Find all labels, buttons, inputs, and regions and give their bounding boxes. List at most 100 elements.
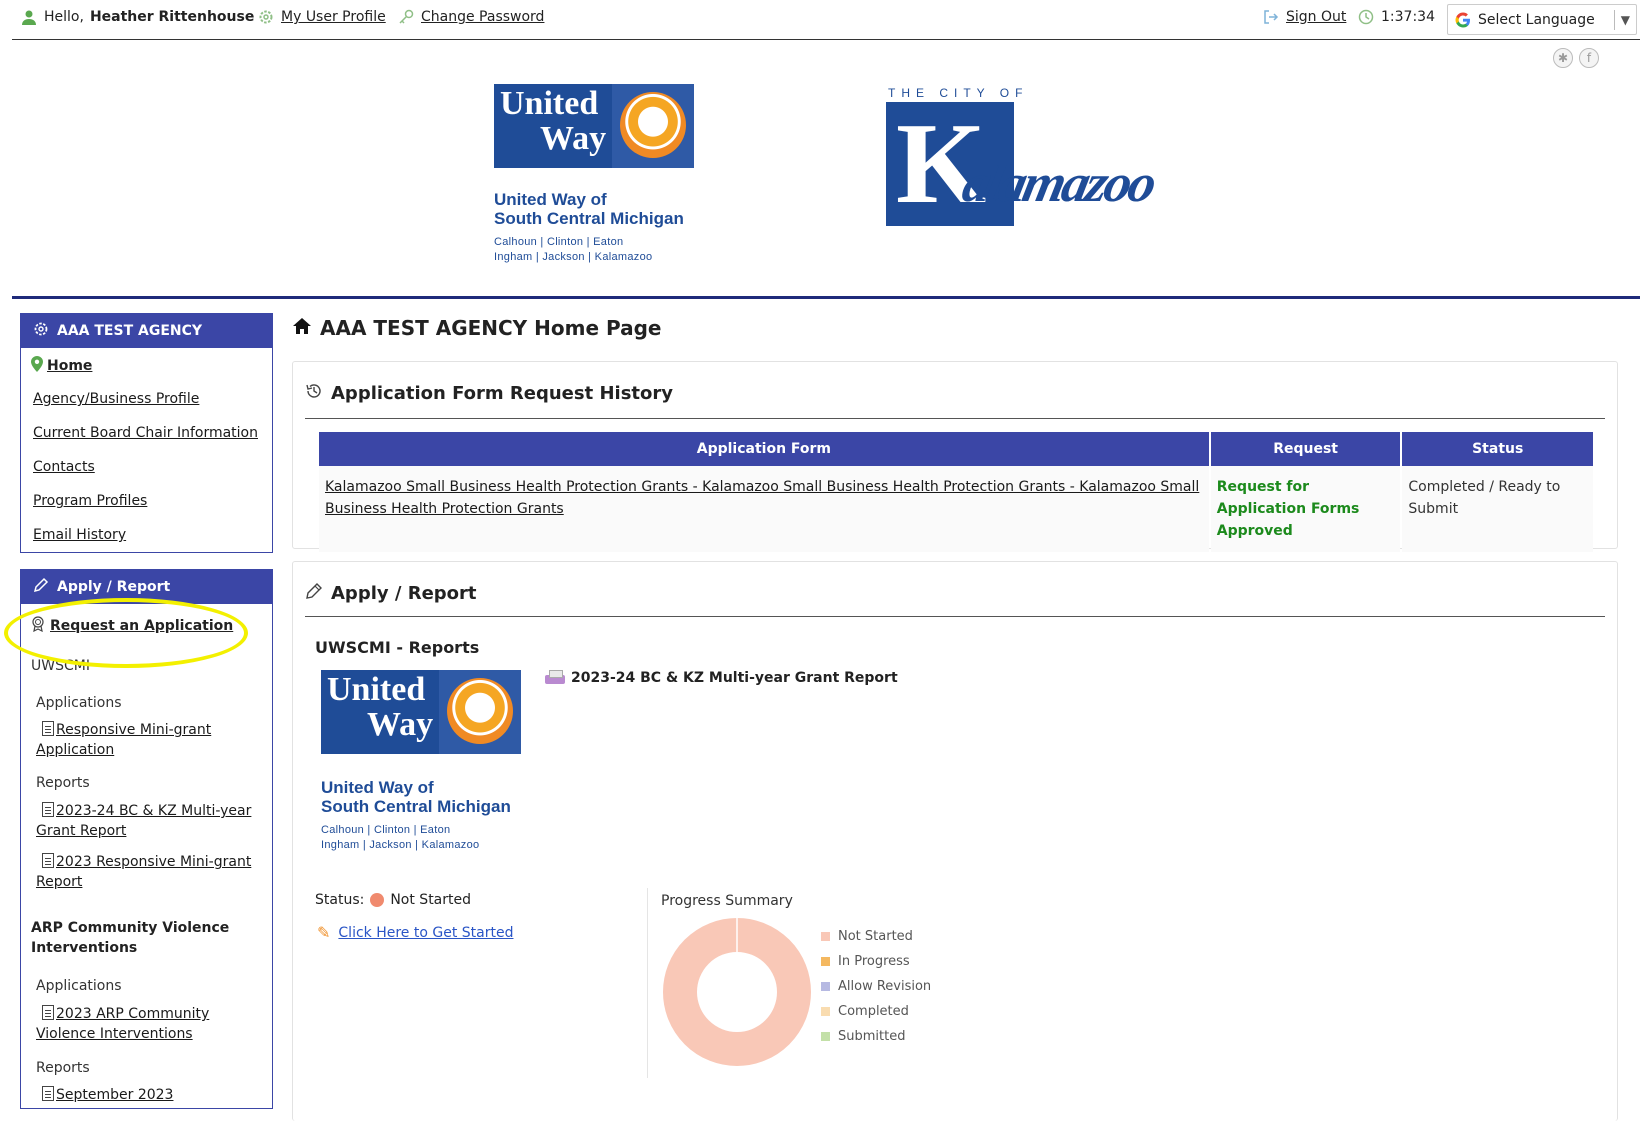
legend-label: In Progress [838, 954, 910, 969]
dropdown-arrow-icon: ▼ [1620, 12, 1630, 27]
nav-home[interactable]: Home [31, 356, 92, 376]
org1-app1-label[interactable]: Responsive Mini-grant Application [36, 722, 211, 758]
nav-program-profiles[interactable]: Program Profiles [33, 493, 147, 509]
document-icon [42, 853, 54, 868]
united-way-logo-mark: United Way [494, 84, 694, 168]
legend-label: Completed [838, 1004, 909, 1019]
kalamazoo-script: alamazoo [957, 153, 1160, 213]
top-bar: Hello, Heather Rittenhouse My User Profi… [12, 0, 1640, 40]
legend-swatch [821, 932, 830, 941]
my-profile-label[interactable]: My User Profile [281, 9, 386, 25]
donut-slice-not-started [663, 918, 811, 1066]
pencil-icon: ✎ [317, 923, 331, 942]
table-row: Kalamazoo Small Business Health Protecti… [319, 466, 1593, 552]
nav-home-label[interactable]: Home [47, 358, 92, 374]
history-form-link[interactable]: Kalamazoo Small Business Health Protecti… [325, 479, 1199, 517]
report-item-name[interactable]: 2023-24 BC & KZ Multi-year Grant Report [571, 670, 898, 686]
legend-item: In Progress [821, 949, 931, 974]
org1-applications-heading: Applications [36, 695, 122, 711]
social-links: ✱ f [1553, 48, 1599, 68]
status-value: Not Started [390, 892, 472, 908]
logo-word-way: Way [540, 120, 607, 157]
document-icon [42, 1086, 54, 1101]
highlight-annotation [4, 598, 248, 668]
legend-swatch [821, 1032, 830, 1041]
agency-title: AAA TEST AGENCY [57, 323, 203, 339]
language-separator [1613, 9, 1615, 30]
legend-swatch [821, 957, 830, 966]
uw-counties-line2: Ingham | Jackson | Kalamazoo [494, 251, 653, 263]
united-way-hand-icon [439, 670, 521, 754]
nav-board-chair[interactable]: Current Board Chair Information [33, 425, 258, 441]
history-title-text: Application Form Request History [331, 383, 673, 404]
history-table: Application Form Request Status Kalamazo… [317, 432, 1595, 552]
user-greeting: Hello, Heather Rittenhouse [20, 8, 254, 26]
document-icon [42, 1005, 54, 1020]
logo-word-united: United [500, 85, 599, 122]
clock-icon [1357, 8, 1375, 26]
change-password-link[interactable]: Change Password [397, 8, 544, 26]
org1-report-mini-grant[interactable]: 2023 Responsive Mini-grant Report [36, 852, 266, 892]
map-pin-icon [31, 356, 43, 376]
printer-icon [545, 670, 565, 686]
org2-applications-heading: Applications [36, 978, 122, 994]
org2-report-september[interactable]: September 2023 [36, 1085, 266, 1105]
nav-contacts[interactable]: Contacts [33, 459, 95, 475]
progress-divider [647, 888, 648, 1078]
apply-divider [305, 616, 1605, 617]
change-password-label[interactable]: Change Password [421, 9, 544, 25]
get-started-label[interactable]: Click Here to Get Started [338, 925, 513, 941]
history-request-cell: Request for Application Forms Approved [1210, 466, 1401, 552]
apply-panel-title: Apply / Report [57, 579, 171, 595]
nav-email-history[interactable]: Email History [33, 527, 126, 543]
share-icon[interactable]: ✱ [1553, 48, 1573, 68]
user-name: Heather Rittenhouse [89, 9, 255, 25]
org1-app-responsive-mini-grant[interactable]: Responsive Mini-grant Application [36, 720, 266, 760]
logo-word-united: United [327, 671, 426, 708]
org2-app-arp[interactable]: 2023 ARP Community Violence Intervention… [36, 1004, 266, 1044]
pencil-icon [305, 582, 323, 605]
org1-rep1-label[interactable]: 2023-24 BC & KZ Multi-year Grant Report [36, 803, 251, 839]
legend-item: Completed [821, 999, 931, 1024]
cog-icon [33, 321, 49, 341]
session-clock: 1:37:34 [1357, 8, 1435, 26]
page-title-text: AAA TEST AGENCY Home Page [320, 316, 662, 340]
legend-label: Submitted [838, 1029, 906, 1044]
document-icon [42, 802, 54, 817]
org1-report-multi-year[interactable]: 2023-24 BC & KZ Multi-year Grant Report [36, 801, 266, 841]
request-history-card: Application Form Request History Applica… [292, 361, 1618, 552]
col-status: Status [1402, 432, 1593, 466]
org2-app1-label[interactable]: 2023 ARP Community Violence Intervention… [36, 1006, 209, 1042]
org1-reports-heading: Reports [36, 775, 90, 791]
city-of-kalamazoo-logo: THE CITY OF K alamazoo [886, 86, 1159, 246]
apply-title-text: Apply / Report [331, 583, 477, 604]
apply-report-card: Apply / Report UWSCMI - Reports United W… [292, 561, 1618, 1121]
key-icon [397, 8, 415, 26]
status-label: Status: [315, 892, 365, 908]
nav-agency-profile[interactable]: Agency/Business Profile [33, 391, 199, 407]
facebook-icon[interactable]: f [1579, 48, 1599, 68]
legend-item: Allow Revision [821, 974, 931, 999]
united-way-logo-mark: United Way [321, 670, 521, 754]
status-dot-icon [370, 893, 385, 907]
uw-counties-line1: Calhoun | Clinton | Eaton [494, 236, 624, 248]
sign-out-label[interactable]: Sign Out [1286, 9, 1346, 25]
my-profile-link[interactable]: My User Profile [257, 8, 386, 26]
agency-panel-header: AAA TEST AGENCY [21, 314, 272, 348]
progress-summary-title: Progress Summary [661, 893, 793, 909]
history-title: Application Form Request History [305, 382, 673, 405]
history-icon [305, 382, 323, 405]
history-form-cell: Kalamazoo Small Business Health Protecti… [319, 466, 1209, 552]
language-select[interactable]: Select Language ▼ [1447, 4, 1637, 35]
report-item[interactable]: 2023-24 BC & KZ Multi-year Grant Report [545, 670, 898, 686]
pencil-icon [33, 577, 49, 597]
greeting-prefix: Hello, [44, 9, 84, 25]
uw-name-line1: United Way of [321, 778, 434, 797]
home-icon [292, 316, 312, 340]
document-icon [42, 721, 54, 736]
org1-rep2-label[interactable]: 2023 Responsive Mini-grant Report [36, 854, 251, 890]
get-started-link[interactable]: ✎ Click Here to Get Started [317, 923, 513, 942]
sign-out-link[interactable]: Sign Out [1262, 8, 1346, 26]
progress-donut-chart [663, 918, 811, 1066]
org2-rep1-label[interactable]: September 2023 [56, 1087, 173, 1103]
